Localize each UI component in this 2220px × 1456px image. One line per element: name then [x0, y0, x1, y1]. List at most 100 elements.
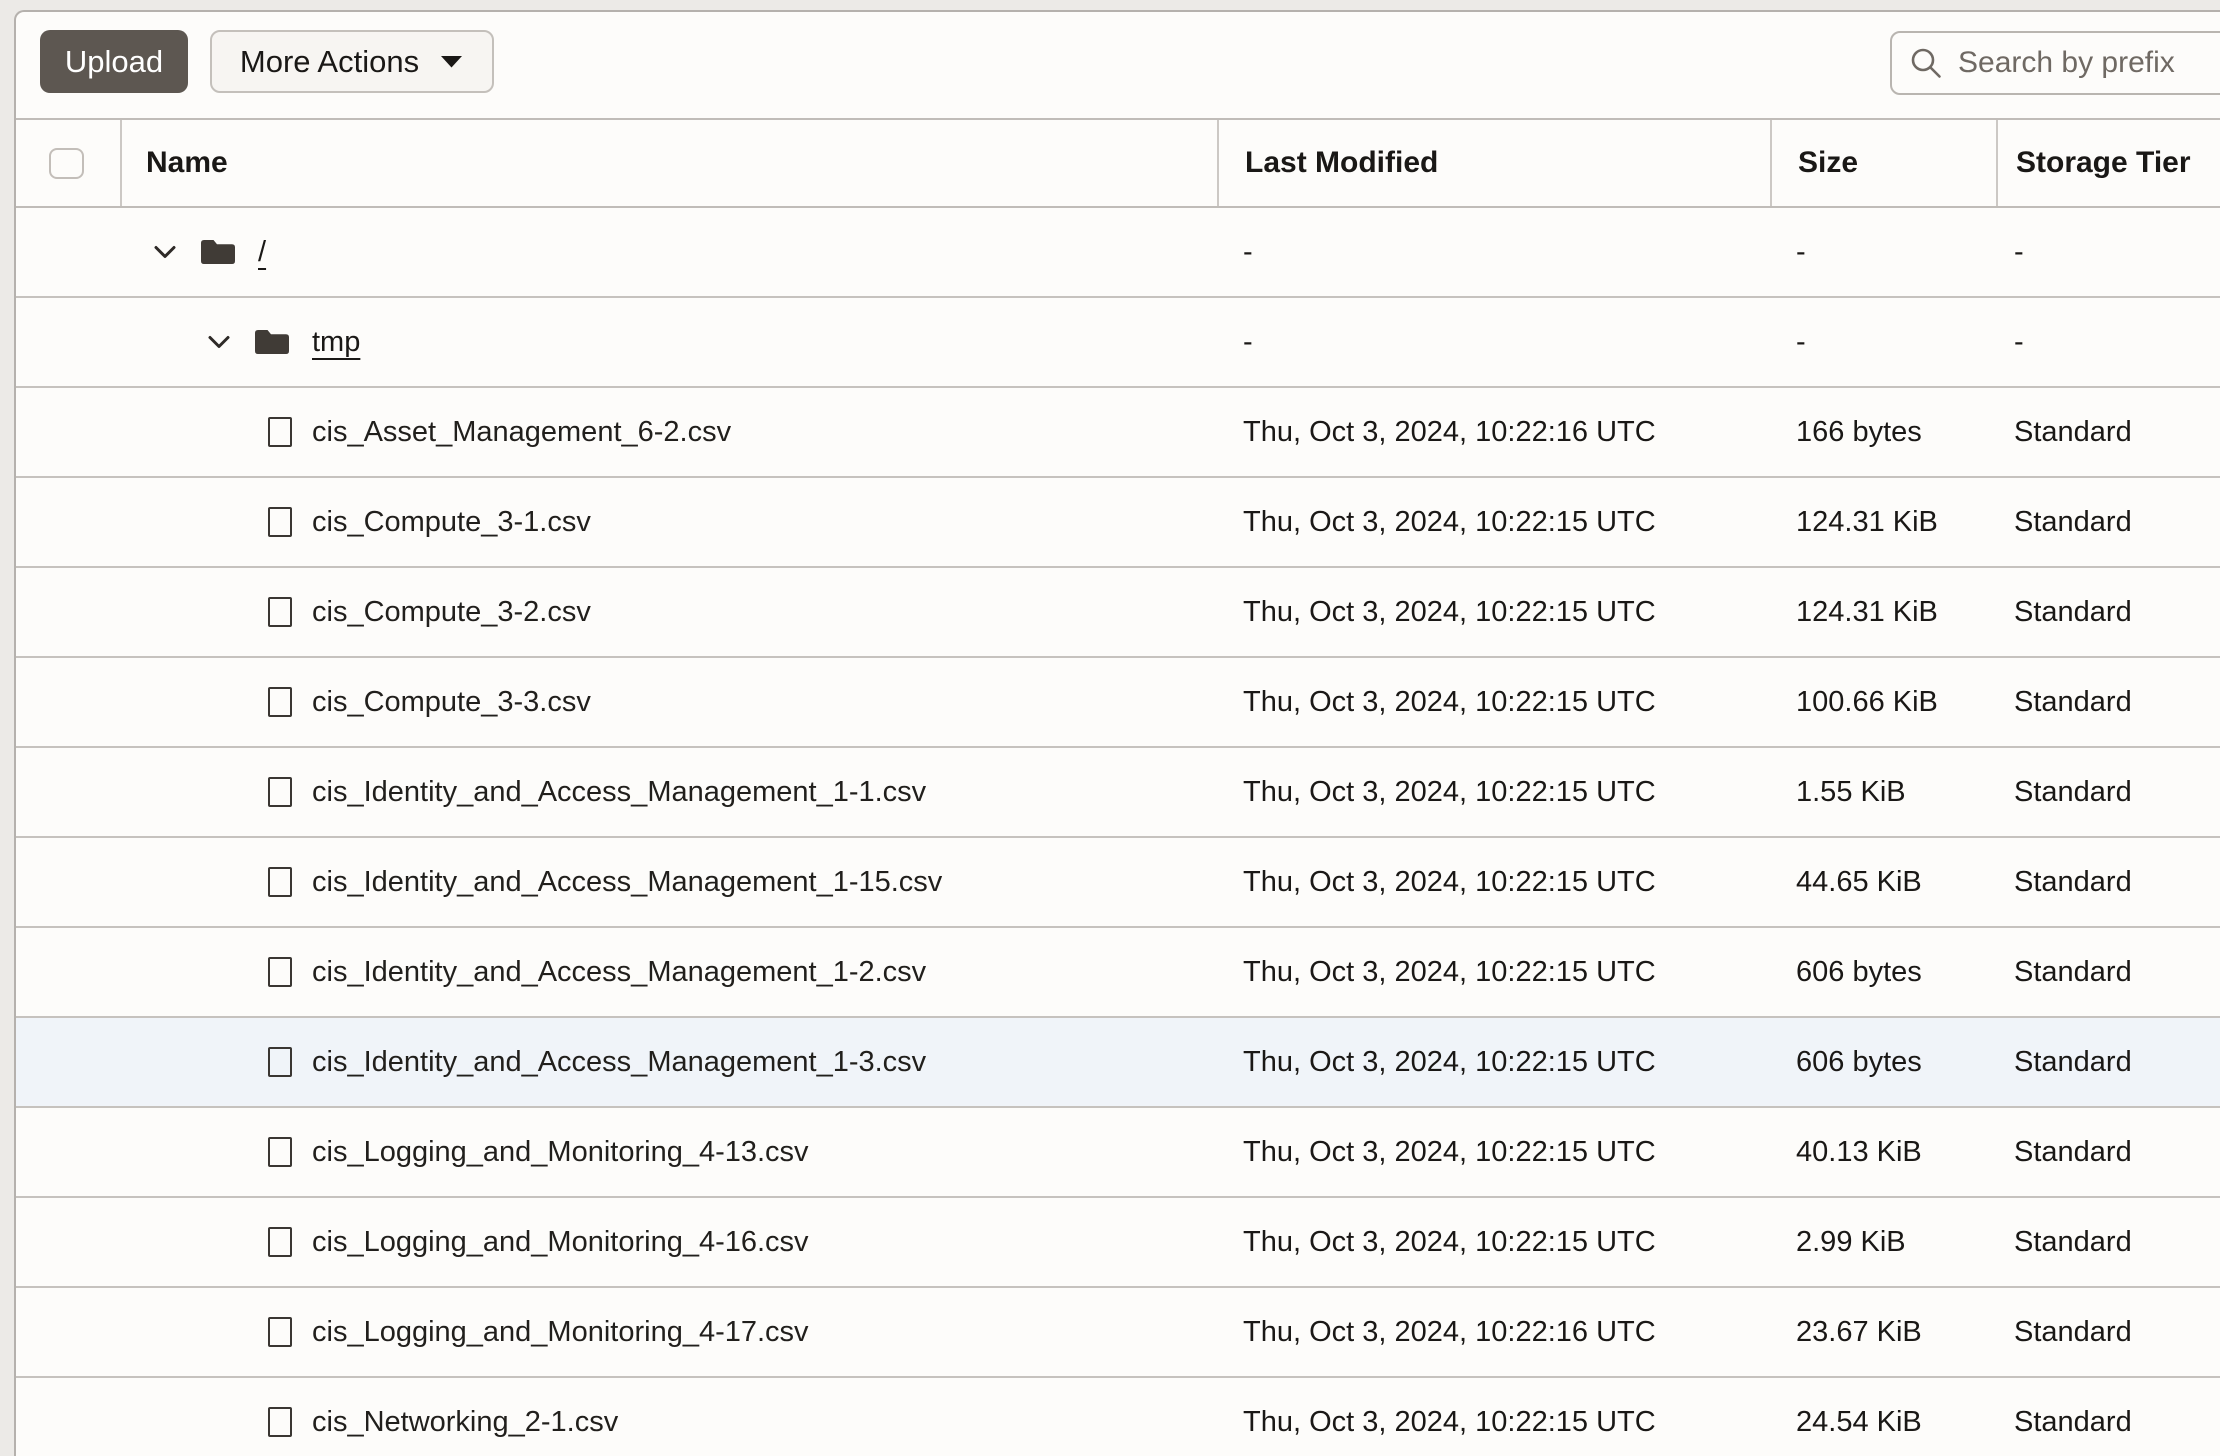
- row-gutter: [16, 1018, 120, 1106]
- cell-size: 100.66 KiB: [1770, 658, 1996, 746]
- row-checkbox[interactable]: [268, 417, 292, 447]
- more-actions-label: More Actions: [240, 44, 419, 80]
- select-all-checkbox[interactable]: [49, 148, 84, 179]
- cell-storage-tier: Standard: [1996, 568, 2220, 656]
- table-row-file[interactable]: cis_Logging_and_Monitoring_4-17.csv Thu,…: [16, 1288, 2220, 1378]
- row-gutter: [16, 658, 120, 746]
- cell-storage-tier: Standard: [1996, 388, 2220, 476]
- table-row-folder[interactable]: / - - -: [16, 208, 2220, 298]
- search-icon: [1908, 45, 1944, 81]
- cell-last-modified: Thu, Oct 3, 2024, 10:22:15 UTC: [1217, 928, 1770, 1016]
- row-gutter: [16, 388, 120, 476]
- table-row-file[interactable]: cis_Compute_3-3.csv Thu, Oct 3, 2024, 10…: [16, 658, 2220, 748]
- cell-last-modified: Thu, Oct 3, 2024, 10:22:15 UTC: [1217, 658, 1770, 746]
- file-name-cell: cis_Logging_and_Monitoring_4-17.csv: [120, 1316, 809, 1349]
- row-checkbox[interactable]: [268, 597, 292, 627]
- row-checkbox[interactable]: [268, 867, 292, 897]
- object-name: cis_Logging_and_Monitoring_4-13.csv: [312, 1136, 809, 1169]
- folder-name-link[interactable]: tmp: [312, 326, 360, 359]
- row-checkbox[interactable]: [268, 507, 292, 537]
- row-checkbox[interactable]: [268, 1137, 292, 1167]
- table-row-file[interactable]: cis_Logging_and_Monitoring_4-13.csv Thu,…: [16, 1108, 2220, 1198]
- cell-storage-tier: Standard: [1996, 1018, 2220, 1106]
- object-name: cis_Identity_and_Access_Management_1-1.c…: [312, 776, 926, 809]
- row-checkbox[interactable]: [268, 687, 292, 717]
- table-row-file[interactable]: cis_Compute_3-1.csv Thu, Oct 3, 2024, 10…: [16, 478, 2220, 568]
- file-name-cell: cis_Identity_and_Access_Management_1-3.c…: [120, 1046, 926, 1079]
- object-name: cis_Networking_2-1.csv: [312, 1406, 618, 1439]
- file-name-cell: cis_Compute_3-2.csv: [120, 596, 591, 629]
- column-header-storage-tier-label: Storage Tier: [2016, 146, 2191, 180]
- table-row-file[interactable]: cis_Compute_3-2.csv Thu, Oct 3, 2024, 10…: [16, 568, 2220, 658]
- column-header-size-label: Size: [1798, 146, 1858, 180]
- row-checkbox[interactable]: [268, 957, 292, 987]
- cell-storage-tier: -: [1996, 208, 2220, 296]
- table-row-file[interactable]: cis_Identity_and_Access_Management_1-1.c…: [16, 748, 2220, 838]
- chevron-down-icon[interactable]: [204, 327, 234, 357]
- toolbar: Upload More Actions: [16, 12, 2220, 118]
- file-name-cell: cis_Logging_and_Monitoring_4-16.csv: [120, 1226, 809, 1259]
- file-name-cell: cis_Networking_2-1.csv: [120, 1406, 618, 1439]
- cell-size: 124.31 KiB: [1770, 568, 1996, 656]
- table-row-folder[interactable]: tmp - - -: [16, 298, 2220, 388]
- row-checkbox[interactable]: [268, 1227, 292, 1257]
- cell-storage-tier: Standard: [1996, 838, 2220, 926]
- row-gutter: [16, 1378, 120, 1456]
- object-name: cis_Compute_3-3.csv: [312, 686, 591, 719]
- column-header-size: Size: [1770, 120, 1996, 206]
- table-row-file[interactable]: cis_Logging_and_Monitoring_4-16.csv Thu,…: [16, 1198, 2220, 1288]
- file-name-cell: cis_Asset_Management_6-2.csv: [120, 416, 731, 449]
- cell-last-modified: Thu, Oct 3, 2024, 10:22:15 UTC: [1217, 1378, 1770, 1456]
- row-gutter: [16, 748, 120, 836]
- file-name-cell: cis_Compute_3-3.csv: [120, 686, 591, 719]
- folder-icon: [199, 236, 237, 268]
- row-gutter: [16, 298, 120, 386]
- row-gutter: [16, 1198, 120, 1286]
- cell-storage-tier: Standard: [1996, 658, 2220, 746]
- row-checkbox[interactable]: [268, 1407, 292, 1437]
- cell-last-modified: Thu, Oct 3, 2024, 10:22:15 UTC: [1217, 1198, 1770, 1286]
- table-row-file[interactable]: cis_Identity_and_Access_Management_1-15.…: [16, 838, 2220, 928]
- search-box: [1890, 31, 2220, 95]
- object-name: cis_Identity_and_Access_Management_1-3.c…: [312, 1046, 926, 1079]
- cell-last-modified: -: [1217, 208, 1770, 296]
- cell-size: 1.55 KiB: [1770, 748, 1996, 836]
- cell-size: 606 bytes: [1770, 1018, 1996, 1106]
- cell-last-modified: Thu, Oct 3, 2024, 10:22:15 UTC: [1217, 1108, 1770, 1196]
- object-name: cis_Identity_and_Access_Management_1-15.…: [312, 866, 942, 899]
- row-checkbox[interactable]: [268, 1317, 292, 1347]
- folder-name-link[interactable]: /: [258, 236, 266, 269]
- cell-size: -: [1770, 298, 1996, 386]
- table-row-file[interactable]: cis_Identity_and_Access_Management_1-3.c…: [16, 1018, 2220, 1108]
- column-header-last-modified-label: Last Modified: [1245, 146, 1438, 180]
- row-gutter: [16, 838, 120, 926]
- table-row-file[interactable]: cis_Networking_2-1.csv Thu, Oct 3, 2024,…: [16, 1378, 2220, 1456]
- file-name-cell: cis_Identity_and_Access_Management_1-15.…: [120, 866, 942, 899]
- row-gutter: [16, 1288, 120, 1376]
- row-gutter: [16, 568, 120, 656]
- more-actions-button[interactable]: More Actions: [210, 30, 494, 93]
- cell-storage-tier: Standard: [1996, 478, 2220, 566]
- header-checkbox-cell: [16, 120, 120, 206]
- object-browser-panel: Upload More Actions Name Last Modified S…: [14, 10, 2220, 1456]
- cell-size: 44.65 KiB: [1770, 838, 1996, 926]
- object-name: cis_Compute_3-1.csv: [312, 506, 591, 539]
- row-checkbox[interactable]: [268, 777, 292, 807]
- row-gutter: [16, 208, 120, 296]
- search-input[interactable]: [1956, 45, 2220, 81]
- chevron-down-icon[interactable]: [150, 237, 180, 267]
- row-checkbox[interactable]: [268, 1047, 292, 1077]
- table-row-file[interactable]: cis_Identity_and_Access_Management_1-2.c…: [16, 928, 2220, 1018]
- cell-size: 2.99 KiB: [1770, 1198, 1996, 1286]
- upload-button[interactable]: Upload: [40, 30, 188, 93]
- folder-name-cell: tmp: [120, 326, 360, 359]
- table-row-file[interactable]: cis_Asset_Management_6-2.csv Thu, Oct 3,…: [16, 388, 2220, 478]
- file-name-cell: cis_Identity_and_Access_Management_1-2.c…: [120, 956, 926, 989]
- cell-last-modified: Thu, Oct 3, 2024, 10:22:15 UTC: [1217, 838, 1770, 926]
- folder-name-cell: /: [120, 236, 266, 269]
- row-gutter: [16, 928, 120, 1016]
- cell-storage-tier: Standard: [1996, 748, 2220, 836]
- object-name: cis_Logging_and_Monitoring_4-17.csv: [312, 1316, 809, 1349]
- cell-storage-tier: Standard: [1996, 928, 2220, 1016]
- cell-last-modified: Thu, Oct 3, 2024, 10:22:15 UTC: [1217, 568, 1770, 656]
